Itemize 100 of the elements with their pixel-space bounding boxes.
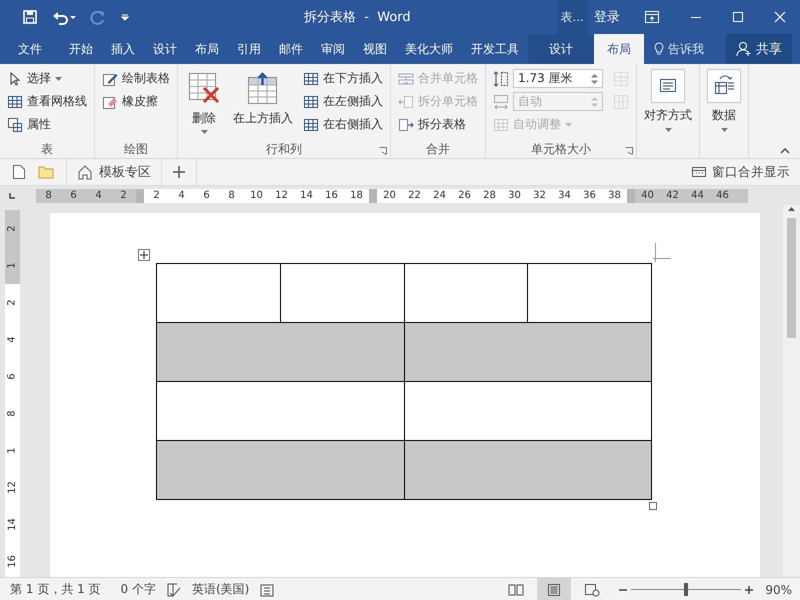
dialog-launcher-icon[interactable] bbox=[379, 147, 387, 155]
ruler-marker[interactable] bbox=[136, 188, 144, 202]
ruler-number: 10 bbox=[244, 188, 269, 202]
ribbon-button[interactable]: 橡皮擦 bbox=[100, 90, 172, 113]
close-icon bbox=[774, 11, 786, 23]
macro-icon bbox=[259, 582, 276, 598]
table-cell[interactable] bbox=[404, 264, 528, 323]
zoom-thumb[interactable] bbox=[684, 583, 688, 596]
table-cell[interactable] bbox=[528, 264, 652, 323]
size-field[interactable]: 1.73 厘米 bbox=[513, 69, 603, 88]
ruler-number: 34 bbox=[552, 188, 577, 202]
save-icon bbox=[22, 9, 38, 25]
dialog-launcher-icon[interactable] bbox=[625, 147, 633, 155]
ribbon-display-icon bbox=[644, 10, 660, 24]
spinner-icon bbox=[591, 72, 598, 84]
ribbon-button[interactable]: 属性 bbox=[5, 113, 89, 136]
ruler-marker[interactable] bbox=[369, 188, 377, 202]
table-cell[interactable] bbox=[280, 264, 404, 323]
ribbon-button[interactable]: 查看网格线 bbox=[5, 90, 89, 113]
ruler-number: 12 bbox=[7, 481, 18, 494]
ruler-number: 4 bbox=[94, 188, 103, 202]
share-button[interactable]: 共享 bbox=[726, 34, 792, 64]
page-icon bbox=[547, 582, 562, 596]
ruler-number: 24 bbox=[427, 188, 452, 202]
ribbon-tab[interactable]: 布局 bbox=[594, 34, 644, 64]
ruler-number: 42 bbox=[665, 188, 680, 202]
sign-in-link[interactable]: 登录 bbox=[588, 8, 644, 26]
ruler-number: 40 bbox=[640, 188, 655, 202]
web-layout-icon bbox=[584, 582, 600, 596]
ribbon-tab[interactable]: 插入 bbox=[102, 34, 144, 64]
ribbon-tab[interactable]: 审阅 bbox=[312, 34, 354, 64]
context-label: 表... bbox=[556, 0, 588, 34]
ruler-number: 28 bbox=[477, 188, 502, 202]
insert-left-icon bbox=[398, 94, 414, 110]
ribbon-tab[interactable]: 布局 bbox=[186, 34, 228, 64]
page-count[interactable]: 第 1 页，共 1 页 bbox=[0, 581, 111, 598]
ruler-number: 6 bbox=[7, 373, 18, 380]
ruler-number: 20 bbox=[377, 188, 402, 202]
group-label: 单元格大小 bbox=[531, 142, 591, 156]
ribbon-button[interactable]: 在左侧插入 bbox=[301, 90, 385, 113]
tell-me-field[interactable]: 告诉我 bbox=[644, 34, 714, 64]
ribbon-button[interactable]: 选择 bbox=[5, 67, 89, 90]
ribbon-button[interactable]: 在上方插入 bbox=[231, 67, 295, 129]
table-cell[interactable] bbox=[404, 441, 652, 500]
zoom-in-icon bbox=[745, 586, 754, 594]
customize-icon bbox=[120, 12, 130, 22]
align-icon bbox=[651, 69, 685, 103]
ribbon-tab[interactable]: 设计 bbox=[528, 34, 594, 64]
ribbon-tab[interactable]: 邮件 bbox=[270, 34, 312, 64]
distribute-columns-icon bbox=[613, 94, 629, 110]
column-width-icon bbox=[493, 92, 509, 110]
ruler-number: 14 bbox=[7, 518, 18, 531]
scroll-thumb[interactable] bbox=[787, 218, 796, 338]
ruler-number: 44 bbox=[690, 188, 705, 202]
redo-icon bbox=[90, 9, 106, 25]
ruler-number: 1 bbox=[7, 262, 18, 269]
ribbon-button[interactable]: 对齐方式 bbox=[642, 67, 694, 134]
ribbon-button[interactable]: 在右侧插入 bbox=[301, 113, 385, 136]
grid-icon bbox=[7, 94, 23, 110]
ruler-number: 16 bbox=[319, 188, 344, 202]
document-tab[interactable]: 模板专区 bbox=[66, 159, 162, 185]
ribbon-button[interactable]: 删除 bbox=[183, 67, 225, 136]
language-label[interactable]: 英语(美国) bbox=[182, 581, 260, 598]
ruler-number: 8 bbox=[7, 410, 18, 417]
ribbon-tab[interactable]: 美化大师 bbox=[396, 34, 462, 64]
ribbon-tab[interactable]: 视图 bbox=[354, 34, 396, 64]
table-icon bbox=[303, 70, 319, 86]
ruler-number: 1 bbox=[7, 447, 18, 454]
ruler-number: 22 bbox=[402, 188, 427, 202]
ribbon-tab[interactable]: 引用 bbox=[228, 34, 270, 64]
ruler-marker[interactable] bbox=[627, 188, 635, 202]
word-count[interactable]: 0 个字 bbox=[110, 581, 166, 598]
table-cell[interactable] bbox=[404, 323, 652, 382]
caret-icon bbox=[200, 130, 208, 134]
person-add-icon bbox=[736, 41, 752, 57]
table-cell[interactable] bbox=[157, 441, 404, 500]
table-cell[interactable] bbox=[157, 382, 404, 441]
table-icon bbox=[303, 94, 319, 110]
window-title: 拆分表格 - Word bbox=[303, 9, 412, 26]
scrollbar[interactable] bbox=[783, 205, 800, 577]
ribbon-tab[interactable]: 文件 bbox=[0, 34, 60, 64]
ribbon-tab[interactable]: 开始 bbox=[60, 34, 102, 64]
table-cell[interactable] bbox=[404, 382, 652, 441]
group-label: 绘图 bbox=[124, 142, 148, 156]
ribbon-tab[interactable]: 设计 bbox=[144, 34, 186, 64]
window-merge-button[interactable]: 窗口合并显示 bbox=[685, 162, 800, 182]
row-height-icon bbox=[493, 70, 509, 88]
document-icon bbox=[12, 164, 26, 180]
resize-handle[interactable] bbox=[649, 502, 657, 510]
ribbon-button[interactable]: 在下方插入 bbox=[301, 67, 385, 90]
ruler-number: 26 bbox=[452, 188, 477, 202]
ribbon-tab[interactable]: 开发工具 bbox=[462, 34, 528, 64]
table-cell[interactable] bbox=[157, 323, 404, 382]
table-cell[interactable] bbox=[157, 264, 281, 323]
ribbon-button[interactable]: 数据 bbox=[705, 67, 743, 134]
zoom-level[interactable]: 90% bbox=[757, 582, 792, 596]
ruler-number: 2 bbox=[119, 188, 128, 202]
ribbon-button[interactable]: 绘制表格 bbox=[100, 67, 172, 90]
ribbon-button[interactable]: 拆分表格 bbox=[396, 113, 480, 136]
view-button[interactable] bbox=[537, 578, 572, 600]
